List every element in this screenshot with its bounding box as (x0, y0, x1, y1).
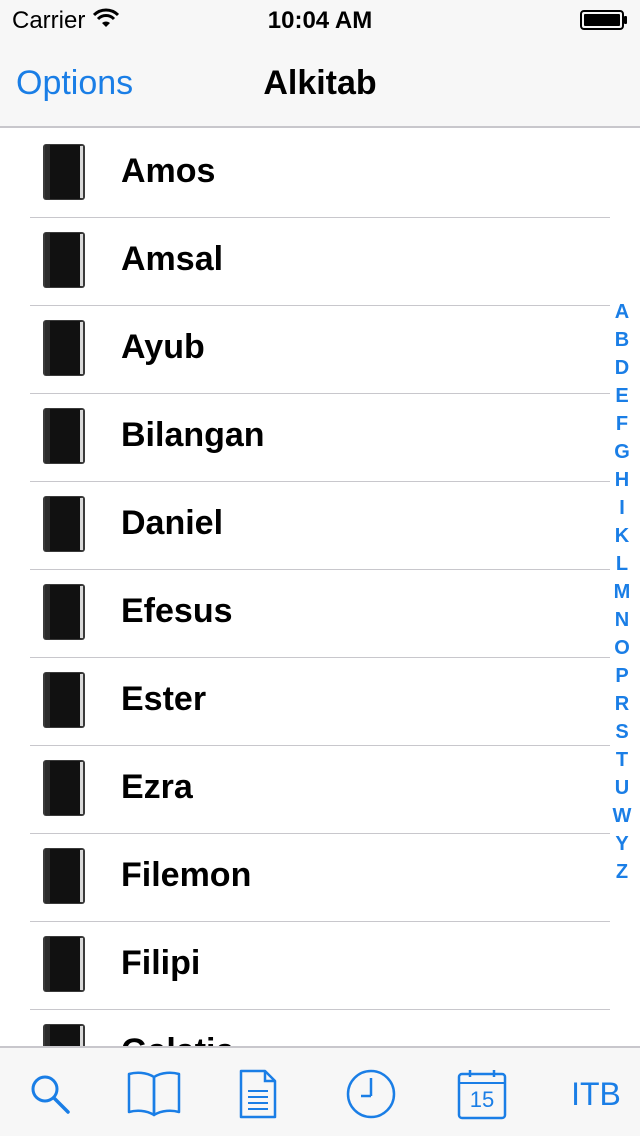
navigation-bar: Options Alkitab (0, 40, 640, 128)
section-index-letter[interactable]: S (615, 718, 628, 746)
book-row[interactable]: Filipi (0, 922, 640, 1010)
section-index-letter[interactable]: Z (616, 858, 628, 886)
document-icon (237, 1069, 279, 1119)
section-index-letter[interactable]: H (615, 466, 629, 494)
book-title: Ezra (121, 768, 193, 806)
book-row[interactable]: Efesus (0, 570, 640, 658)
book-icon (42, 847, 86, 905)
book-row[interactable]: Bilangan (0, 394, 640, 482)
book-title: Galatia (121, 1032, 234, 1046)
section-index-letter[interactable]: G (614, 438, 630, 466)
book-icon (42, 671, 86, 729)
section-index-letter[interactable]: U (615, 774, 629, 802)
section-index-letter[interactable]: L (616, 550, 628, 578)
book-row[interactable]: Ezra (0, 746, 640, 834)
status-bar: Carrier 10:04 AM (0, 0, 640, 40)
section-index-letter[interactable]: O (614, 634, 630, 662)
book-icon (42, 495, 86, 553)
search-icon (28, 1072, 72, 1116)
section-index-letter[interactable]: D (615, 354, 629, 382)
book-title: Filipi (121, 944, 201, 982)
book-row[interactable]: Galatia (0, 1010, 640, 1046)
section-index-letter[interactable]: W (613, 802, 632, 830)
section-index-letter[interactable]: Y (615, 830, 628, 858)
book-icon (42, 583, 86, 641)
section-index-letter[interactable]: F (616, 410, 628, 438)
book-icon (42, 759, 86, 817)
version-label: ITB (571, 1075, 621, 1112)
book-title: Ester (121, 680, 207, 718)
book-title: Filemon (121, 856, 252, 894)
tab-history[interactable] (344, 1066, 398, 1122)
section-index-letter[interactable]: T (616, 746, 628, 774)
book-icon (42, 231, 86, 289)
book-title: Daniel (121, 504, 224, 542)
book-title: Efesus (121, 592, 233, 630)
section-index-letter[interactable]: B (615, 326, 629, 354)
open-book-icon (126, 1069, 182, 1119)
tab-notes[interactable] (236, 1066, 280, 1122)
clock-icon (345, 1068, 397, 1120)
calendar-icon: 15 (457, 1068, 507, 1120)
battery-icon (580, 10, 628, 30)
calendar-day-number: 15 (469, 1087, 495, 1112)
book-title: Ayub (121, 328, 205, 366)
book-icon (42, 319, 86, 377)
section-index-letter[interactable]: A (615, 298, 629, 326)
book-icon (42, 143, 86, 201)
book-title: Amos (121, 152, 216, 190)
book-title: Bilangan (121, 416, 265, 454)
book-title: Amsal (121, 240, 224, 278)
book-row[interactable]: Daniel (0, 482, 640, 570)
section-index-letter[interactable]: M (614, 578, 631, 606)
book-row[interactable]: Filemon (0, 834, 640, 922)
page-title: Alkitab (263, 64, 377, 102)
section-index[interactable]: ABDEFGHIKLMNOPRSTUWYZ (610, 298, 634, 886)
status-time: 10:04 AM (267, 7, 373, 34)
book-row[interactable]: Amos (0, 130, 640, 218)
section-index-letter[interactable]: R (615, 690, 629, 718)
section-index-letter[interactable]: N (615, 606, 629, 634)
book-row[interactable]: Amsal (0, 218, 640, 306)
tab-search[interactable] (26, 1066, 74, 1122)
book-icon (42, 407, 86, 465)
section-index-letter[interactable]: P (615, 662, 628, 690)
book-row[interactable]: Ayub (0, 306, 640, 394)
section-index-letter[interactable]: I (619, 494, 625, 522)
section-index-letter[interactable]: K (615, 522, 629, 550)
tab-bar: 15 ITB (0, 1046, 640, 1136)
book-list[interactable]: Amos Amsal Ayub Bilangan Daniel Efesus Ester Ez… (0, 130, 640, 1046)
book-icon (42, 1023, 86, 1046)
section-index-letter[interactable]: E (615, 382, 628, 410)
tab-bible[interactable] (126, 1066, 182, 1122)
book-icon (42, 935, 86, 993)
tab-version[interactable]: ITB (566, 1066, 626, 1122)
book-row[interactable]: Ester (0, 658, 640, 746)
tab-calendar[interactable]: 15 (456, 1066, 508, 1122)
